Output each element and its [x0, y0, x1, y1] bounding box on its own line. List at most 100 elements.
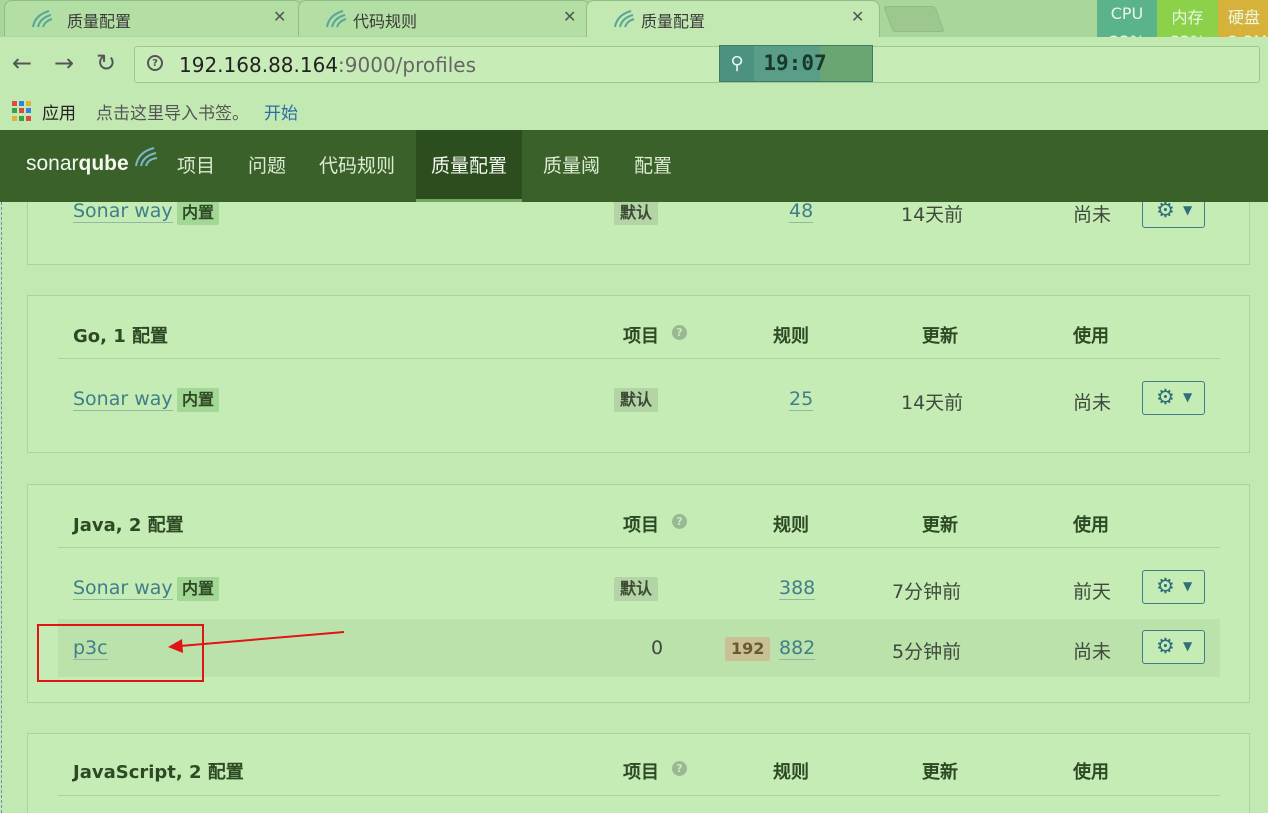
column-used: 使用	[1073, 515, 1109, 536]
caret-down-icon: ▼	[1183, 579, 1193, 593]
column-updated: 更新	[922, 762, 958, 783]
language-header: JavaScript, 2 配置	[73, 762, 244, 783]
used-text: 尚未	[1073, 641, 1112, 663]
profile-actions-button[interactable]: ⚙ ▼	[1142, 381, 1205, 415]
column-rules: 规则	[773, 762, 809, 783]
builtin-badge: 内置	[177, 388, 220, 412]
tab-title: 代码规则	[353, 12, 418, 31]
browser-toolbar: ← → ↻ ? 192.168.88.164:9000/profiles ⚲ 1…	[0, 37, 1268, 93]
reload-icon[interactable]: ↻	[96, 49, 116, 77]
memory-label: 内存	[1171, 8, 1204, 27]
info-icon[interactable]: ?	[147, 55, 163, 71]
back-arrow-icon[interactable]: ←	[12, 49, 32, 77]
caret-down-icon: ▼	[1183, 639, 1193, 653]
rules-count-link[interactable]: 388	[779, 577, 816, 600]
column-used: 使用	[1073, 762, 1109, 783]
profile-card-javascript: JavaScript, 2 配置 项目 ? 规则 更新 使用	[27, 733, 1250, 813]
sonar-wave-icon	[135, 147, 158, 167]
url-path: :9000/profiles	[338, 53, 477, 77]
default-badge: 默认	[614, 577, 659, 601]
caret-down-icon: ▼	[1183, 203, 1193, 217]
profile-name-link[interactable]: Sonar way	[73, 202, 173, 223]
bookmarks-bar: 应用 点击这里导入书签。 开始	[0, 93, 1268, 130]
page-edge-guide	[1, 202, 2, 813]
sonarqube-logo[interactable]: sonarqube	[26, 147, 158, 176]
profiles-content: Sonar way 内置 默认 48 14天前 尚未 ⚙ ▼ Go, 1 配置 项…	[0, 202, 1268, 813]
updated-text: 5分钟前	[892, 641, 962, 663]
nav-projects[interactable]: 项目	[162, 130, 230, 202]
deprecated-rules-badge[interactable]: 192	[725, 637, 771, 661]
column-projects: 项目	[623, 326, 659, 347]
rules-count-link[interactable]: 882	[779, 637, 816, 660]
logo-text-regular: sonar	[26, 152, 79, 175]
apps-grid-icon[interactable]	[12, 101, 32, 121]
profile-card-java: Java, 2 配置 项目 ? 规则 更新 使用 Sonar way 内置 默认…	[27, 484, 1250, 703]
header-divider	[58, 795, 1220, 796]
column-rules: 规则	[773, 515, 809, 536]
pin-icon[interactable]: ⚲	[720, 46, 754, 81]
nav-coding-rules[interactable]: 代码规则	[304, 130, 410, 202]
used-text: 尚未	[1073, 392, 1112, 414]
browser-tab-strip: 质量配置 ✕ 代码规则 ✕ 质量配置 ✕	[0, 0, 1268, 37]
header-divider	[58, 358, 1220, 359]
gear-icon: ⚙	[1156, 385, 1175, 409]
column-projects: 项目	[623, 515, 659, 536]
updated-text: 14天前	[901, 204, 964, 226]
browser-tab-code-rules[interactable]: 代码规则 ✕	[298, 0, 590, 36]
forward-arrow-icon[interactable]: →	[54, 49, 74, 77]
browser-tab-quality-profiles-active[interactable]: 质量配置 ✕	[586, 0, 880, 37]
clock-time: 19:07	[763, 51, 827, 75]
tab-close-icon[interactable]: ✕	[273, 7, 286, 26]
help-icon[interactable]: ?	[672, 761, 687, 776]
annotation-arrow	[168, 631, 345, 653]
projects-count: 0	[651, 637, 664, 659]
start-link[interactable]: 开始	[264, 99, 298, 124]
gear-icon: ⚙	[1156, 574, 1175, 598]
tab-close-icon[interactable]: ✕	[563, 7, 576, 26]
builtin-badge: 内置	[177, 202, 220, 225]
gear-icon: ⚙	[1156, 202, 1175, 222]
logo-text-bold: qube	[78, 152, 129, 175]
gear-icon: ⚙	[1156, 634, 1175, 658]
column-updated: 更新	[922, 515, 958, 536]
default-badge: 默认	[614, 388, 659, 412]
nav-administration[interactable]: 配置	[619, 130, 687, 202]
help-icon[interactable]: ?	[672, 514, 687, 529]
column-rules: 规则	[773, 326, 809, 347]
sonarqube-favicon-icon	[32, 10, 53, 28]
browser-tab-quality-profiles-1[interactable]: 质量配置 ✕	[4, 0, 302, 36]
address-bar[interactable]: ? 192.168.88.164:9000/profiles	[134, 46, 1260, 83]
profile-actions-button[interactable]: ⚙ ▼	[1142, 202, 1205, 228]
profile-actions-button[interactable]: ⚙ ▼	[1142, 630, 1205, 664]
profile-name-link[interactable]: Sonar way	[73, 577, 173, 600]
builtin-badge: 内置	[177, 577, 220, 601]
column-projects: 项目	[623, 762, 659, 783]
language-header: Go, 1 配置	[73, 326, 169, 347]
sonarqube-navbar: sonarqube 项目 问题 代码规则 质量配置 质量阈 配置	[0, 130, 1268, 202]
profile-name-link[interactable]: Sonar way	[73, 388, 173, 411]
nav-quality-profiles[interactable]: 质量配置	[416, 130, 523, 202]
used-text: 尚未	[1073, 204, 1112, 226]
updated-text: 14天前	[901, 392, 964, 414]
url-text: 192.168.88.164:9000/profiles	[179, 53, 476, 77]
help-icon[interactable]: ?	[672, 325, 687, 340]
cpu-label: CPU	[1110, 4, 1144, 23]
import-bookmarks-hint: 点击这里导入书签。	[96, 104, 249, 124]
sonarqube-favicon-icon	[614, 10, 635, 28]
tab-title: 质量配置	[641, 12, 706, 31]
caret-down-icon: ▼	[1183, 390, 1193, 404]
nav-quality-gates[interactable]: 质量阈	[528, 130, 615, 202]
language-header: Java, 2 配置	[73, 515, 184, 536]
tab-title: 质量配置	[67, 12, 132, 31]
column-updated: 更新	[922, 326, 958, 347]
tab-close-icon[interactable]: ✕	[851, 7, 864, 26]
nav-issues[interactable]: 问题	[233, 130, 301, 202]
profile-actions-button[interactable]: ⚙ ▼	[1142, 570, 1205, 604]
rules-count-link[interactable]: 48	[789, 202, 814, 223]
apps-link[interactable]: 应用	[42, 99, 76, 124]
default-badge: 默认	[614, 202, 659, 225]
profile-card-prev-language: Sonar way 内置 默认 48 14天前 尚未 ⚙ ▼	[27, 202, 1250, 265]
sonarqube-favicon-icon	[326, 10, 347, 28]
new-tab-button[interactable]	[883, 6, 945, 32]
rules-count-link[interactable]: 25	[789, 388, 814, 411]
